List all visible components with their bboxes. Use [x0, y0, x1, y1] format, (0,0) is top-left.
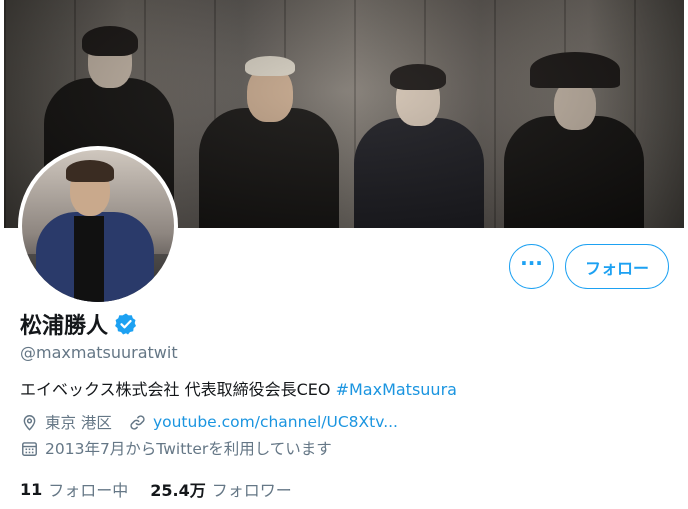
display-name-row: 松浦勝人 [20, 308, 138, 340]
more-dots-icon: ··· [520, 250, 543, 275]
joined-row: 2013年7月からTwitterを利用しています [20, 437, 332, 459]
display-name: 松浦勝人 [20, 314, 109, 339]
follow-button-label: フォロー [584, 258, 649, 278]
profile-avatar[interactable] [18, 146, 178, 306]
profile-bio: エイベックス株式会社 代表取締役会長CEO #MaxMatsuura [20, 376, 457, 400]
profile-stats: 11 フォロー中 25.4万 フォロワー [20, 477, 314, 501]
verified-badge-icon[interactable] [114, 312, 138, 336]
bio-text: エイベックス株式会社 代表取締役会長CEO [20, 380, 336, 399]
follow-button[interactable]: フォロー [565, 244, 669, 289]
link-icon [130, 414, 145, 430]
profile-url-link[interactable]: youtube.com/channel/UC8Xtv... [153, 413, 398, 431]
location-text: 東京 港区 [45, 414, 112, 432]
followers-label: フォロワー [211, 481, 292, 500]
following-label: フォロー中 [48, 481, 129, 500]
bio-hashtag-link[interactable]: #MaxMatsuura [336, 380, 457, 399]
url-item: youtube.com/channel/UC8Xtv... [128, 413, 398, 432]
joined-date-text: 2013年7月からTwitterを利用しています [45, 440, 332, 458]
following-count: 11 [20, 479, 43, 499]
more-options-button[interactable]: ··· [509, 244, 554, 289]
calendar-icon [22, 441, 37, 456]
following-stat-link[interactable]: 11 フォロー中 [20, 477, 128, 501]
user-handle: @maxmatsuuratwit [20, 343, 178, 362]
location-pin-icon [23, 414, 36, 431]
followers-count: 25.4万 [150, 481, 206, 500]
location-item: 東京 港区 [20, 411, 112, 433]
profile-meta-row: 東京 港区 youtube.com/channel/UC8Xtv... [20, 411, 398, 433]
followers-stat-link[interactable]: 25.4万 フォロワー [150, 477, 292, 501]
